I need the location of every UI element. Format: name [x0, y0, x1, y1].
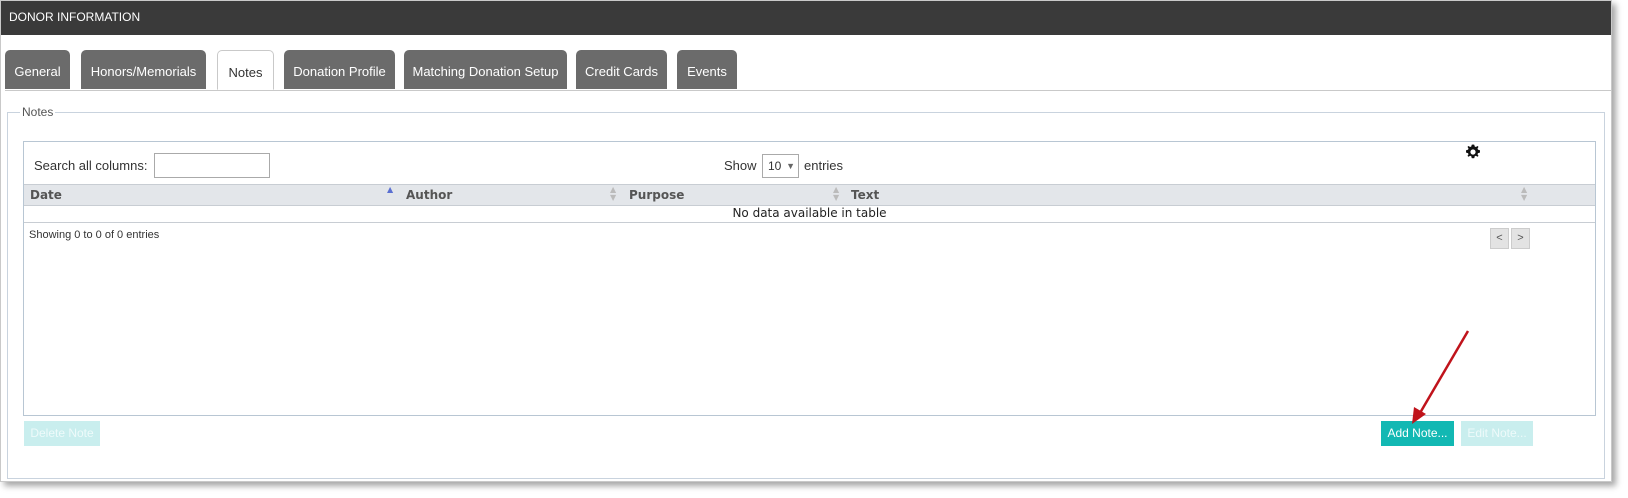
chevron-down-icon: ▼ [786, 161, 795, 171]
table-info: Showing 0 to 0 of 0 entries [29, 229, 160, 241]
tab-bar: General Honors/Memorials Notes Donation … [5, 50, 1611, 91]
tab-events[interactable]: Events [677, 50, 737, 89]
empty-table-message: No data available in table [24, 206, 1595, 223]
tab-honors-memorials[interactable]: Honors/Memorials [81, 50, 206, 89]
column-header-date[interactable]: Date ▲ [24, 185, 400, 205]
edit-note-button[interactable]: Edit Note... [1461, 421, 1533, 446]
donor-information-window: DONOR INFORMATION General Honors/Memoria… [0, 0, 1612, 482]
delete-note-button[interactable]: Delete Note [24, 421, 100, 446]
notes-legend: Notes [22, 105, 54, 119]
sort-ascending-icon: ▲ [387, 185, 394, 194]
window-title: DONOR INFORMATION [1, 1, 1611, 35]
notes-table: Search all columns: Show 10 ▼ entries Da… [23, 141, 1596, 416]
gear-icon[interactable] [1465, 144, 1481, 160]
table-header: Date ▲ Author ▲ ▼ Purpose ▲ ▼ Text ▲ ▼ [24, 184, 1595, 206]
sort-icon: ▲ ▼ [610, 185, 617, 202]
next-page-button[interactable]: > [1511, 228, 1530, 249]
column-header-text[interactable]: Text ▲ ▼ [845, 185, 1531, 205]
entries-label: entries [804, 158, 844, 173]
column-label: Date [30, 188, 62, 202]
tab-credit-cards[interactable]: Credit Cards [576, 50, 667, 89]
column-header-author[interactable]: Author ▲ ▼ [400, 185, 623, 205]
page-size-select[interactable]: 10 ▼ [762, 154, 799, 178]
tab-donation-profile[interactable]: Donation Profile [284, 50, 395, 89]
previous-page-button[interactable]: < [1490, 228, 1509, 249]
column-label: Author [406, 188, 453, 202]
column-header-purpose[interactable]: Purpose ▲ ▼ [623, 185, 845, 205]
tab-general[interactable]: General [5, 50, 70, 89]
tab-matching-donation-setup[interactable]: Matching Donation Setup [404, 50, 567, 89]
column-label: Text [851, 188, 880, 202]
page-size-value: 10 [768, 159, 782, 173]
sort-icon: ▲ ▼ [833, 185, 840, 202]
show-label: Show [724, 158, 757, 173]
tab-notes[interactable]: Notes [217, 50, 274, 90]
column-label: Purpose [629, 188, 685, 202]
sort-icon: ▲ ▼ [1521, 185, 1528, 202]
search-input[interactable] [154, 153, 270, 178]
search-label: Search all columns: [34, 158, 148, 173]
add-note-button[interactable]: Add Note... [1381, 421, 1454, 446]
